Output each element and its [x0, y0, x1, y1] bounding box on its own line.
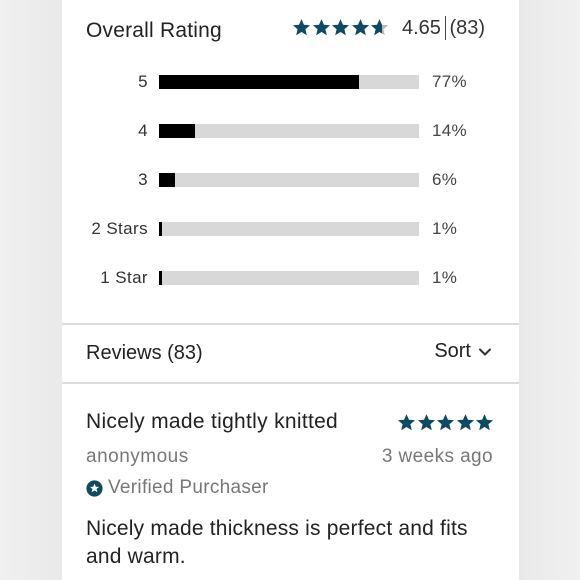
verified-star-badge-icon — [86, 479, 103, 497]
rating-row-label: 5 — [138, 72, 148, 91]
rating-bar-track — [159, 124, 419, 138]
rating-row-3[interactable]: 3 6% — [62, 170, 519, 190]
chevron-down-icon — [479, 348, 491, 355]
score-separator — [444, 16, 447, 40]
rating-row-5[interactable]: 5 77% — [62, 72, 519, 92]
overall-rating-score: 4.65 (83) — [402, 16, 485, 40]
review-title: Nicely made tightly knitted — [86, 410, 339, 433]
rating-row-label: 2 Stars — [91, 219, 148, 238]
overall-score-value: 4.65 — [402, 16, 441, 39]
rating-row-1[interactable]: 1 Star 1% — [62, 268, 519, 288]
overall-rating-title: Overall Rating — [86, 19, 222, 42]
rating-row-percent: 1% — [432, 219, 458, 238]
review-author: anonymous — [86, 446, 189, 467]
review-date: 3 weeks ago — [381, 446, 493, 467]
star-icon — [351, 18, 369, 35]
page-background-right — [519, 0, 580, 580]
rating-bar-track — [159, 222, 419, 236]
rating-row-label: 1 Star — [100, 268, 148, 287]
rating-bar-track — [159, 75, 419, 89]
rating-row-label: 3 — [138, 170, 148, 189]
rating-row-4[interactable]: 4 14% — [62, 121, 519, 141]
rating-bar-fill — [159, 173, 175, 187]
overall-review-count: (83) — [449, 16, 486, 39]
star-icon — [397, 414, 416, 431]
star-icon — [312, 18, 330, 35]
verified-purchaser-badge: Verified Purchaser — [86, 477, 269, 499]
rating-row-percent: 6% — [432, 170, 458, 189]
rating-bar-track — [159, 173, 419, 187]
section-divider — [62, 382, 519, 384]
star-icon — [417, 414, 435, 431]
star-icon — [436, 414, 455, 431]
reviews-count-title: Reviews (83) — [86, 342, 203, 364]
star-icon — [292, 18, 311, 35]
review-rating-stars — [397, 413, 495, 432]
rating-bar-fill — [159, 124, 196, 138]
verified-label: Verified Purchaser — [108, 477, 269, 498]
rating-row-percent: 14% — [432, 121, 467, 140]
star-icon — [370, 18, 389, 35]
star-icon — [456, 414, 474, 431]
overall-rating-stars — [292, 16, 390, 38]
section-divider — [62, 323, 519, 325]
sort-button[interactable]: Sort — [434, 340, 493, 363]
rating-row-2[interactable]: 2 Stars 1% — [62, 219, 519, 239]
sort-label: Sort — [434, 340, 471, 362]
rating-bar-fill — [159, 222, 162, 236]
rating-row-percent: 77% — [432, 72, 467, 91]
rating-bar-fill — [159, 271, 162, 285]
review-body: Nicely made thickness is perfect and fit… — [86, 517, 468, 568]
rating-row-percent: 1% — [432, 268, 458, 287]
star-icon — [475, 414, 494, 431]
rating-bar-fill — [159, 75, 360, 89]
star-icon — [331, 18, 350, 35]
rating-bar-track — [159, 271, 419, 285]
reviews-card: Overall Rating 4.65 (83) 5 77% 4 14% 3 6… — [62, 0, 519, 580]
rating-row-label: 4 — [138, 121, 148, 140]
